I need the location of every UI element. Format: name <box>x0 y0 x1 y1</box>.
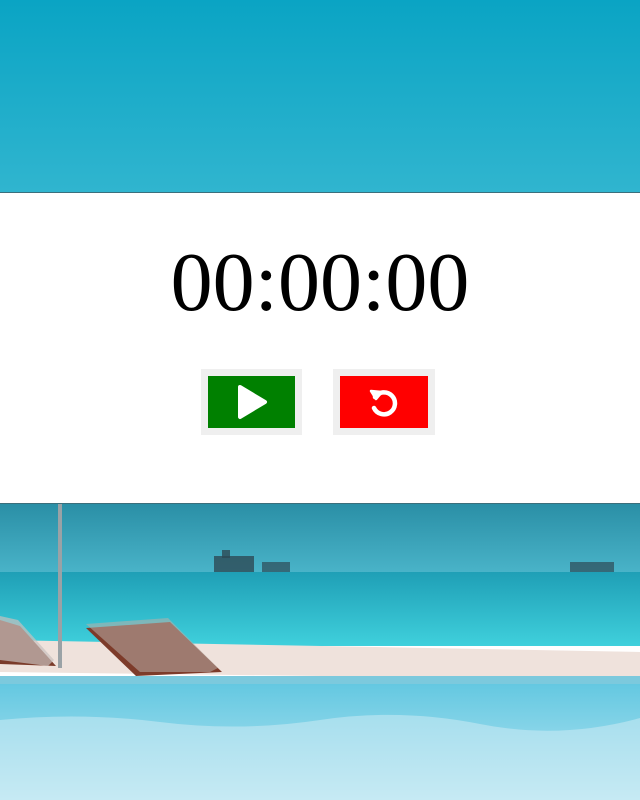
reset-icon <box>369 389 398 417</box>
timer-display: 00:00:00 <box>170 236 470 329</box>
start-button[interactable] <box>201 369 302 435</box>
reset-button[interactable] <box>333 369 435 435</box>
play-icon <box>237 385 267 419</box>
stopwatch-panel: 00:00:00 <box>0 192 640 504</box>
